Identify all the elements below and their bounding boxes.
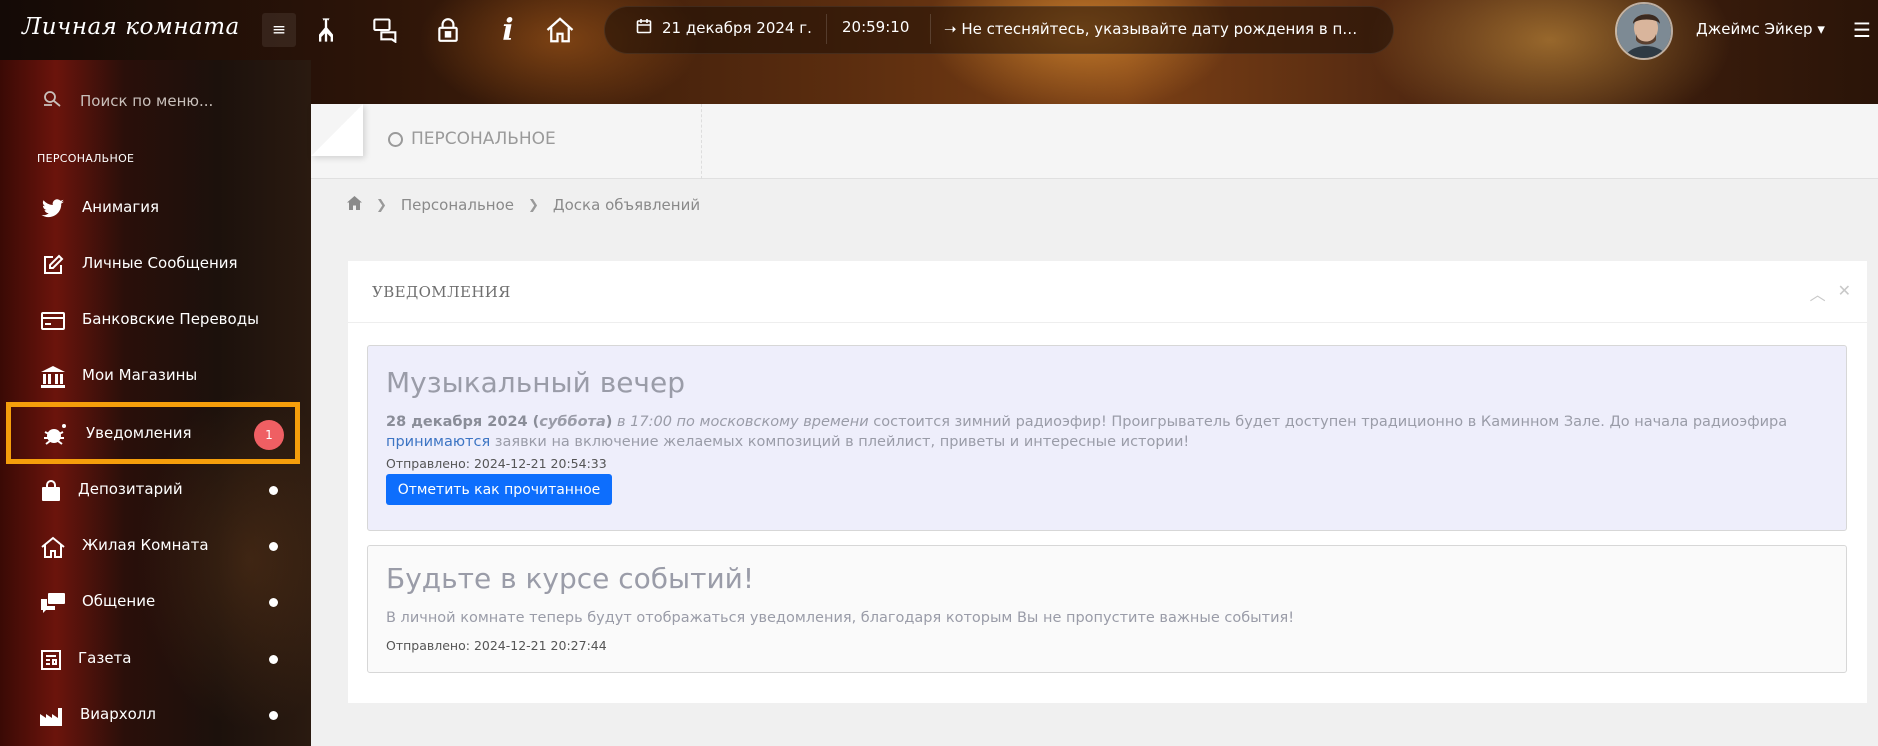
status-dot bbox=[269, 486, 278, 495]
divider bbox=[701, 104, 702, 179]
sidebar-item-bank-transfers[interactable]: Банковские Переводы bbox=[0, 292, 311, 348]
breadcrumb-link[interactable]: Персональное bbox=[401, 196, 514, 214]
username: Джеймс Эйкер bbox=[1696, 20, 1813, 38]
factory-icon bbox=[38, 703, 64, 729]
panel-tools: ︿ ✕ bbox=[1810, 281, 1851, 305]
news-ticker[interactable]: ➝ Не стесняйтесь, указывайте дату рожден… bbox=[944, 20, 1364, 38]
sidebar-item-animagia[interactable]: Анимагия bbox=[0, 180, 311, 236]
avatar[interactable] bbox=[1615, 2, 1673, 60]
card-icon bbox=[40, 308, 66, 334]
brand-logo[interactable]: Личная комната bbox=[22, 14, 240, 40]
current-time: 20:59:10 bbox=[842, 18, 910, 36]
section-label: ПЕРСОНАЛЬНОЕ bbox=[37, 152, 135, 165]
panel-header: УВЕДОМЛЕНИЯ ︿ ✕ bbox=[348, 261, 1867, 323]
giraffe-icon[interactable] bbox=[308, 12, 344, 48]
event-date: 28 декабря 2024 ( bbox=[386, 414, 540, 430]
sidebar-item-communication[interactable]: Общение bbox=[0, 574, 311, 630]
notification-body: В личной комнате теперь будут отображать… bbox=[386, 610, 1295, 626]
notification-title: Музыкальный вечер bbox=[386, 366, 685, 399]
notification-card: Музыкальный вечер 28 декабря 2024 (суббо… bbox=[367, 345, 1847, 531]
close-icon[interactable]: ✕ bbox=[1838, 281, 1851, 305]
event-time: в 17:00 по московскому времени bbox=[617, 414, 869, 430]
divider bbox=[826, 14, 827, 44]
event-date-end: ) bbox=[605, 414, 613, 430]
notification-card: Будьте в курсе событий! В личной комнате… bbox=[367, 545, 1847, 673]
sidebar-item-label: Общение bbox=[82, 592, 156, 610]
status-dot bbox=[269, 542, 278, 551]
mark-read-button[interactable]: Отметить как прочитанное bbox=[386, 474, 612, 505]
chevron-right-icon: ❯ bbox=[528, 197, 539, 213]
sent-timestamp: Отправлено: 2024-12-21 20:27:44 bbox=[386, 638, 607, 653]
breadcrumb-current: Доска объявлений bbox=[552, 196, 701, 214]
menu-icon[interactable]: ≡ bbox=[262, 13, 296, 47]
sidebar-item-label: Жилая Комната bbox=[82, 536, 209, 554]
search-input[interactable]: Поиск по меню... bbox=[80, 92, 213, 110]
breadcrumb: ❯ Персональное ❯ Доска объявлений bbox=[347, 196, 700, 214]
current-date: 21 декабря 2024 г. bbox=[662, 19, 812, 37]
notification-title: Будьте в курсе событий! bbox=[386, 562, 755, 595]
body-text: состоится зимний радиоэфир! Проигрывател… bbox=[873, 414, 1788, 430]
status-dot bbox=[269, 655, 278, 664]
sidebar-item-shops[interactable]: Мои Магазины bbox=[0, 348, 311, 404]
edit-icon bbox=[40, 252, 66, 278]
sidebar-item-label: Банковские Переводы bbox=[82, 310, 259, 328]
page-title-text: ПЕРСОНАЛЬНОЕ bbox=[411, 129, 556, 149]
calendar-icon bbox=[636, 18, 652, 38]
circle-icon bbox=[388, 131, 403, 147]
bank-icon bbox=[40, 364, 66, 390]
sidebar-item-label: Депозитарий bbox=[78, 480, 183, 498]
newspaper-icon bbox=[38, 647, 64, 673]
event-weekday: суббота bbox=[539, 414, 606, 430]
caret-down-icon: ▾ bbox=[1817, 20, 1825, 38]
sent-timestamp: Отправлено: 2024-12-21 20:54:33 bbox=[386, 456, 607, 471]
sidebar-item-label: Личные Сообщения bbox=[82, 254, 238, 272]
info-icon[interactable]: i bbox=[490, 12, 526, 48]
sidebar-item-label: Анимагия bbox=[82, 198, 159, 216]
home-icon[interactable] bbox=[542, 12, 578, 48]
sidebar-item-depositary[interactable]: Депозитарий bbox=[0, 462, 311, 518]
search-icon bbox=[42, 90, 64, 112]
sidebar-item-viarhall[interactable]: Виархолл bbox=[0, 687, 311, 743]
status-dot bbox=[269, 711, 278, 720]
page-fold bbox=[311, 104, 363, 156]
sidebar-item-label: Мои Магазины bbox=[82, 366, 198, 384]
status-dot bbox=[269, 598, 278, 607]
twitter-bird-icon bbox=[40, 196, 66, 222]
main-content: ПЕРСОНАЛЬНОЕ ❯ Персональное ❯ Доска объя… bbox=[311, 104, 1878, 746]
user-menu[interactable]: Джеймс Эйкер ▾ bbox=[1696, 20, 1825, 38]
sidebar-item-label: Газета bbox=[78, 649, 132, 667]
sidebar-item-living-room[interactable]: Жилая Комната bbox=[0, 518, 311, 574]
collapse-icon[interactable]: ︿ bbox=[1810, 281, 1826, 305]
arrow-icon: ➝ bbox=[944, 20, 957, 38]
body-text: заявки на включение желаемых композиций … bbox=[494, 434, 1190, 450]
highlight-box bbox=[6, 402, 300, 464]
notification-body: 28 декабря 2024 (суббота) в 17:00 по мос… bbox=[386, 412, 1826, 452]
ticker-text: Не стесняйтесь, указывайте дату рождения… bbox=[961, 20, 1364, 38]
date-display: 21 декабря 2024 г. bbox=[636, 18, 812, 38]
menu-search[interactable]: Поиск по меню... bbox=[42, 90, 213, 112]
page-header: ПЕРСОНАЛЬНОЕ bbox=[311, 104, 1878, 179]
list-menu-icon[interactable]: ☰ bbox=[1853, 18, 1871, 42]
page-title: ПЕРСОНАЛЬНОЕ bbox=[388, 129, 556, 149]
chat-icon[interactable] bbox=[368, 12, 404, 48]
sidebar-item-label: Виархолл bbox=[80, 705, 156, 723]
body-link[interactable]: принимаются bbox=[386, 434, 490, 450]
comments-icon bbox=[40, 590, 66, 616]
house-icon bbox=[40, 534, 66, 560]
notifications-panel: УВЕДОМЛЕНИЯ ︿ ✕ Музыкальный вечер 28 дек… bbox=[348, 261, 1867, 703]
divider bbox=[930, 14, 931, 44]
sidebar-item-newspaper[interactable]: Газета bbox=[0, 631, 311, 687]
sidebar-item-messages[interactable]: Личные Сообщения bbox=[0, 236, 311, 292]
bag-icon bbox=[38, 478, 64, 504]
chevron-right-icon: ❯ bbox=[376, 197, 387, 213]
lock-icon[interactable] bbox=[430, 12, 466, 48]
panel-title: УВЕДОМЛЕНИЯ bbox=[372, 283, 511, 301]
home-icon[interactable] bbox=[347, 196, 362, 214]
